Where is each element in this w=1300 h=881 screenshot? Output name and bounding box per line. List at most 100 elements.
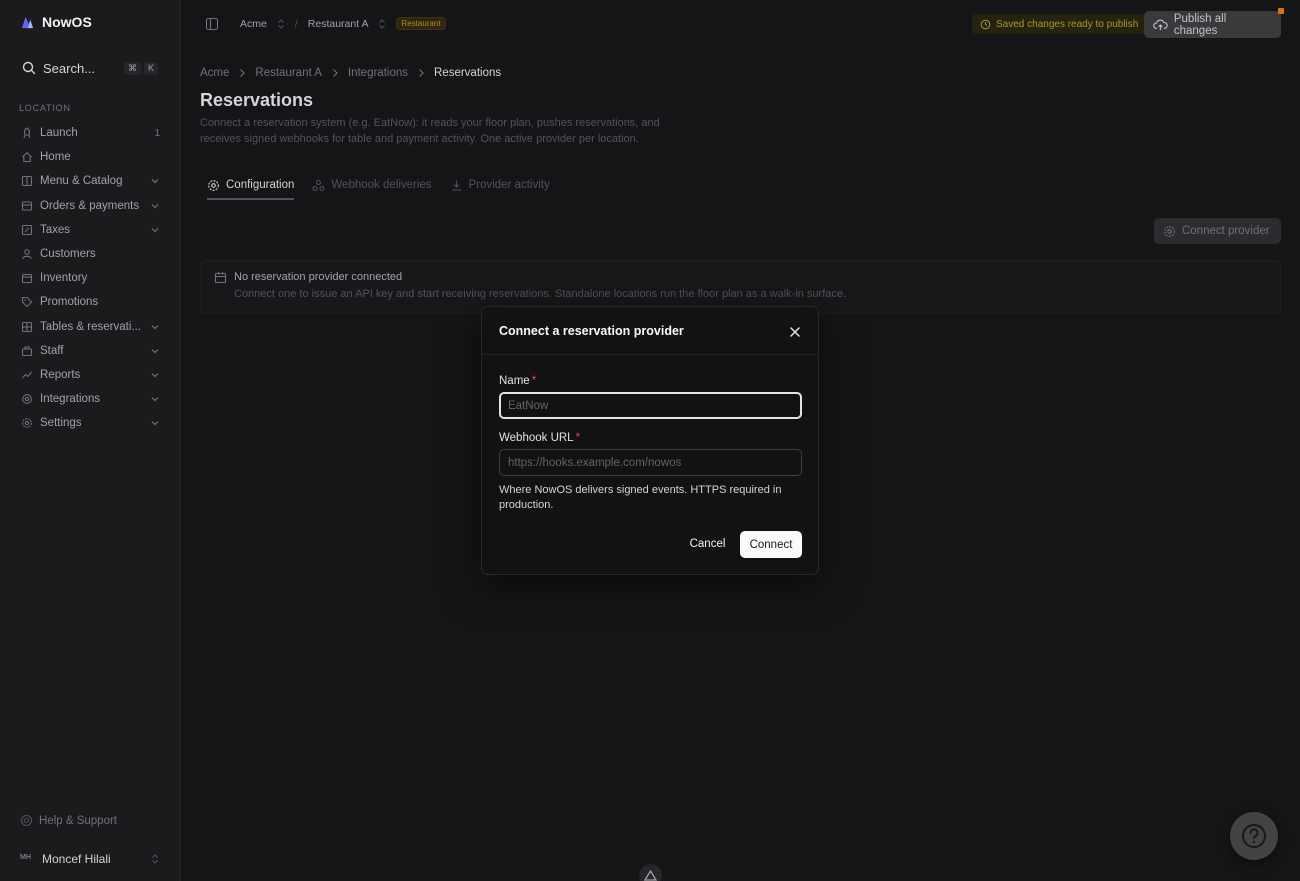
- help-support-label: Help & Support: [39, 814, 117, 827]
- chevrons-up-down-icon[interactable]: [277, 18, 285, 29]
- saved-status-text: Saved changes ready to publish: [996, 18, 1139, 30]
- chevron-down-icon[interactable]: [150, 176, 160, 186]
- tab-label: Configuration: [226, 179, 295, 191]
- webhook-url-input[interactable]: [499, 449, 802, 476]
- sidebar-item-tables-reservations[interactable]: Tables & reservati...: [14, 315, 166, 339]
- user-menu[interactable]: MH Moncef Hilali: [20, 852, 160, 866]
- connect-provider-button[interactable]: Connect provider: [1154, 218, 1281, 244]
- tab-provider-activity[interactable]: Provider activity: [450, 171, 550, 199]
- publish-button[interactable]: Publish all changes: [1144, 8, 1284, 38]
- sidebar-item-label: Home: [40, 151, 71, 164]
- org-name[interactable]: Acme: [240, 18, 267, 30]
- search-shortcut: ⌘ K: [123, 61, 158, 75]
- breadcrumb-item[interactable]: Integrations: [348, 67, 408, 79]
- sidebar-item-label: Launch: [40, 127, 78, 140]
- section-label-location: LOCATION: [19, 103, 71, 113]
- help-icon: [20, 814, 33, 827]
- calendar-icon: [214, 272, 227, 284]
- search-placeholder: Search...: [43, 60, 96, 76]
- user-name: Moncef Hilali: [42, 852, 111, 866]
- name-input[interactable]: [499, 392, 802, 419]
- sidebar-item-label: Customers: [40, 248, 96, 261]
- chevron-right-icon: [419, 69, 424, 77]
- sidebar-item-promotions[interactable]: Promotions: [14, 290, 166, 314]
- help-fab-button[interactable]: [1230, 812, 1278, 860]
- breadcrumb-current: Reservations: [434, 67, 502, 79]
- clock-icon: [980, 19, 991, 29]
- location-name[interactable]: Restaurant A: [308, 18, 369, 30]
- sidebar-item-label: Reports: [40, 368, 81, 381]
- chevron-down-icon[interactable]: [150, 394, 160, 404]
- close-icon[interactable]: [789, 326, 801, 338]
- chevron-down-icon[interactable]: [150, 322, 160, 332]
- staff-icon: [20, 344, 33, 357]
- webhook-url-field-label: Webhook URL *: [499, 432, 580, 444]
- avatar: MH: [20, 854, 31, 861]
- separator-slash: /: [294, 17, 298, 30]
- tab-label: Provider activity: [468, 179, 550, 191]
- sidebar-item-label: Inventory: [40, 272, 88, 285]
- chevron-down-icon[interactable]: [150, 346, 160, 356]
- cancel-button[interactable]: Cancel: [682, 531, 733, 557]
- sidebar: NowOS Search... ⌘ K LOCATION Launch 1 Ho…: [0, 0, 181, 881]
- launch-count-badge: 1: [154, 127, 160, 139]
- brand[interactable]: NowOS: [20, 14, 92, 30]
- question-icon: [1242, 824, 1266, 848]
- tab-configuration[interactable]: Configuration: [207, 171, 295, 200]
- chevron-down-icon[interactable]: [150, 201, 160, 211]
- sidebar-item-orders-payments[interactable]: Orders & payments: [14, 194, 166, 218]
- location-type-badge: Restaurant: [396, 17, 446, 30]
- breadcrumb: Acme Restaurant A Integrations Reservati…: [200, 67, 501, 79]
- search-bar[interactable]: Search... ⌘ K: [14, 55, 166, 81]
- name-field-label: Name *: [499, 375, 536, 387]
- box-icon: [20, 272, 33, 285]
- sidebar-item-taxes[interactable]: Taxes: [14, 218, 166, 242]
- sidebar-item-customers[interactable]: Customers: [14, 242, 166, 266]
- book-icon: [20, 175, 33, 188]
- help-support-link[interactable]: Help & Support: [20, 814, 117, 827]
- chart-icon: [20, 368, 33, 381]
- tab-label: Webhook deliveries: [331, 179, 432, 191]
- webhook-url-label-text: Webhook URL: [499, 432, 574, 444]
- chevron-down-icon[interactable]: [150, 418, 160, 428]
- sidebar-item-label: Orders & payments: [40, 199, 140, 212]
- sidebar-item-integrations[interactable]: Integrations: [14, 387, 166, 411]
- sidebar-item-settings[interactable]: Settings: [14, 411, 166, 435]
- chevron-down-icon[interactable]: [150, 370, 160, 380]
- chevron-down-icon[interactable]: [150, 225, 160, 235]
- breadcrumb-item[interactable]: Acme: [200, 67, 229, 79]
- gear-icon: [20, 417, 33, 430]
- chevrons-up-down-icon[interactable]: [378, 18, 386, 29]
- sidebar-item-home[interactable]: Home: [14, 145, 166, 169]
- chevron-right-icon: [333, 69, 338, 77]
- sidebar-item-menu-catalog[interactable]: Menu & Catalog: [14, 169, 166, 193]
- sidebar-item-staff[interactable]: Staff: [14, 339, 166, 363]
- org-switcher: Acme / Restaurant A Restaurant: [240, 17, 446, 30]
- kbd-k: K: [143, 61, 158, 75]
- download-icon: [451, 180, 461, 191]
- pending-changes-dot: [1278, 8, 1284, 14]
- sidebar-item-label: Promotions: [40, 296, 99, 309]
- devtools-logo-icon[interactable]: [639, 864, 662, 881]
- sidebar-item-reports[interactable]: Reports: [14, 363, 166, 387]
- topbar: Acme / Restaurant A Restaurant Saved cha…: [181, 0, 1300, 48]
- tag-icon: [20, 296, 33, 309]
- tab-webhook-deliveries[interactable]: Webhook deliveries: [312, 171, 432, 199]
- sidebar-toggle-icon[interactable]: [205, 17, 219, 31]
- chevron-right-icon: [240, 69, 246, 77]
- sidebar-item-inventory[interactable]: Inventory: [14, 266, 166, 290]
- sidebar-item-launch[interactable]: Launch 1: [14, 121, 166, 145]
- dialog-header: Connect a reservation provider: [482, 307, 818, 355]
- page-description: Connect a reservation system (e.g. EatNo…: [200, 117, 660, 145]
- nowos-logo-icon: [21, 16, 34, 28]
- sidebar-nav: Launch 1 Home Menu & Catalog Orders & pa…: [14, 121, 166, 435]
- connect-provider-label: Connect provider: [1182, 225, 1270, 237]
- receipt-icon: [20, 199, 33, 212]
- gear-icon: [1164, 225, 1175, 237]
- webhook-url-help: Where NowOS delivers signed events. HTTP…: [499, 484, 782, 511]
- breadcrumb-item[interactable]: Restaurant A: [255, 67, 321, 79]
- webhook-icon: [312, 179, 325, 191]
- sidebar-item-label: Menu & Catalog: [40, 175, 123, 188]
- sidebar-item-label: Taxes: [40, 223, 71, 236]
- connect-button[interactable]: Connect: [740, 531, 802, 558]
